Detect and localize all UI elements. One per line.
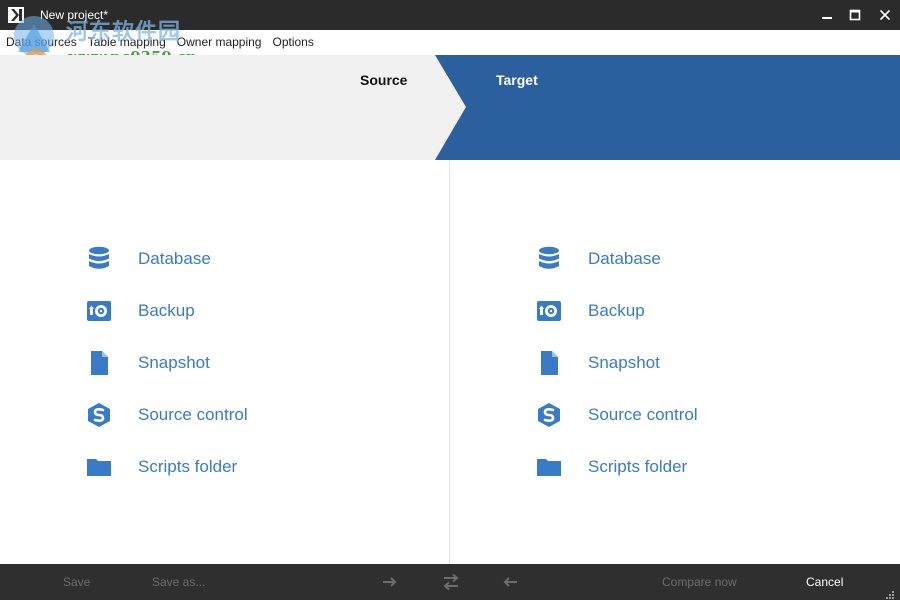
arrow-left-icon[interactable] [501,573,519,591]
menu-owner-mapping[interactable]: Owner mapping [177,35,262,49]
snapshot-icon [87,351,111,375]
source-target-header: Source Target [0,55,900,160]
source-option-source-control-label: Source control [138,405,248,424]
target-option-source-control[interactable]: Source control [537,400,698,430]
bottom-toolbar: Save Save as... Compare now Cancel [0,564,900,600]
snapshot-icon [537,351,561,375]
close-button[interactable] [870,0,900,30]
target-option-database[interactable]: Database [537,244,661,274]
cancel-button[interactable]: Cancel [806,575,843,589]
folder-icon [537,455,561,479]
folder-icon [87,455,111,479]
target-option-source-control-label: Source control [588,405,698,424]
target-option-scripts-folder[interactable]: Scripts folder [537,452,687,482]
menu-data-sources[interactable]: Data sources [6,35,77,49]
arrow-right-icon[interactable] [381,573,399,591]
source-option-database-label: Database [138,249,211,268]
menu-table-mapping[interactable]: Table mapping [88,35,166,49]
target-header-label[interactable]: Target [496,72,538,88]
minimize-button[interactable] [812,0,842,30]
app-logo-icon [8,7,24,23]
save-button[interactable]: Save [63,575,90,589]
backup-icon [87,299,111,323]
database-icon [537,246,561,271]
source-control-icon [537,403,561,427]
source-header-label[interactable]: Source [360,72,407,88]
swap-arrows-icon[interactable] [441,573,461,591]
target-option-scripts-folder-label: Scripts folder [588,457,688,476]
target-option-backup[interactable]: Backup [537,296,645,326]
source-option-scripts-folder[interactable]: Scripts folder [87,452,237,482]
source-control-icon [87,403,111,427]
resize-grip-icon[interactable] [885,585,895,599]
maximize-button[interactable] [840,0,870,30]
source-panel: Database Backup Snapshot Source control … [0,160,450,564]
menu-bar: Data sources Table mapping Owner mapping… [0,30,900,54]
save-as-button[interactable]: Save as... [152,575,205,589]
source-option-snapshot-label: Snapshot [138,353,210,372]
source-option-snapshot[interactable]: Snapshot [87,348,210,378]
source-option-backup[interactable]: Backup [87,296,195,326]
source-option-database[interactable]: Database [87,244,211,274]
target-option-database-label: Database [588,249,661,268]
target-panel: Database Backup Snapshot Source control … [451,160,900,564]
backup-icon [537,299,561,323]
database-icon [87,246,111,271]
target-option-backup-label: Backup [588,301,645,320]
compare-now-button[interactable]: Compare now [662,575,737,589]
title-bar: New project* [0,0,900,30]
source-option-source-control[interactable]: Source control [87,400,248,430]
window-title: New project* [40,8,109,22]
source-option-backup-label: Backup [138,301,195,320]
source-option-scripts-folder-label: Scripts folder [138,457,238,476]
menu-options[interactable]: Options [272,35,313,49]
target-option-snapshot-label: Snapshot [588,353,660,372]
target-option-snapshot[interactable]: Snapshot [537,348,660,378]
